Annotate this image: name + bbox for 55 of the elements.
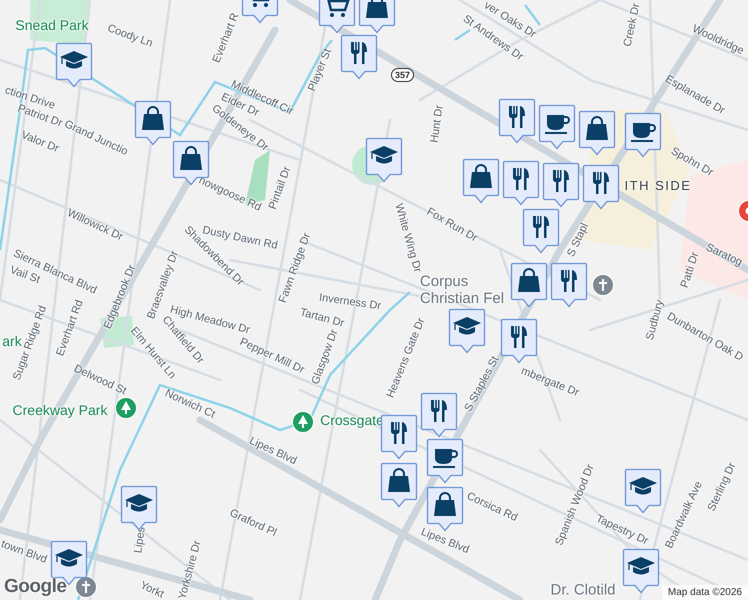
place-label: Dr. Clotild bbox=[550, 582, 616, 598]
cross-marker-icon[interactable] bbox=[592, 274, 614, 296]
graduation-cap-marker[interactable] bbox=[365, 137, 403, 183]
place-label: Corpus Christian Fel bbox=[420, 273, 504, 307]
street-label: Yorkt bbox=[138, 579, 166, 600]
shopping-bag-marker[interactable] bbox=[380, 462, 418, 508]
graduation-cap-marker[interactable] bbox=[448, 308, 486, 354]
street-label: Fox Run Dr bbox=[424, 206, 480, 244]
map-logo: Google bbox=[4, 576, 66, 598]
shopping-cart-marker[interactable] bbox=[318, 0, 356, 34]
cross-marker-icon[interactable] bbox=[75, 576, 97, 598]
park-label: Crossgate bbox=[320, 412, 384, 428]
fork-knife-marker[interactable] bbox=[500, 318, 538, 364]
fork-knife-marker[interactable] bbox=[502, 160, 540, 206]
street-label: Coody Ln bbox=[106, 22, 154, 50]
graduation-cap-marker[interactable] bbox=[624, 468, 662, 514]
fork-knife-marker[interactable] bbox=[542, 162, 580, 208]
fork-knife-marker[interactable] bbox=[522, 208, 560, 254]
fork-knife-marker[interactable] bbox=[550, 262, 588, 308]
street-label: Fawn Ridge Dr bbox=[276, 231, 314, 305]
fork-knife-marker[interactable] bbox=[340, 34, 378, 80]
street-label: Valor Dr bbox=[19, 129, 61, 155]
street-label: town Blvd bbox=[0, 538, 48, 566]
street-label: Pintail Dr bbox=[266, 164, 294, 212]
park-label: Snead Park bbox=[15, 17, 89, 33]
shopping-bag-marker[interactable] bbox=[358, 0, 396, 34]
route-shield: 357 bbox=[391, 68, 414, 82]
fork-knife-marker[interactable] bbox=[498, 98, 536, 144]
fork-knife-marker[interactable] bbox=[420, 392, 458, 438]
street-label: White Wing Dr bbox=[392, 202, 424, 274]
graduation-cap-marker[interactable] bbox=[55, 42, 93, 88]
street-label: Lipes bbox=[132, 526, 148, 554]
shopping-bag-marker[interactable] bbox=[462, 158, 500, 204]
shopping-bag-marker[interactable] bbox=[578, 110, 616, 156]
street-label: Hunt Dr bbox=[428, 104, 446, 144]
map-attribution: Map data ©2026 bbox=[662, 585, 748, 600]
fork-knife-marker[interactable] bbox=[380, 414, 418, 460]
coffee-cup-marker[interactable] bbox=[538, 104, 576, 150]
coffee-cup-marker[interactable] bbox=[426, 438, 464, 484]
street-label: Yorkshire Dr bbox=[176, 539, 204, 600]
shopping-bag-marker[interactable] bbox=[510, 262, 548, 308]
district-label: ITH SIDE bbox=[624, 180, 692, 192]
street-label: S Stapl bbox=[565, 221, 591, 259]
shopping-bag-marker[interactable] bbox=[134, 100, 172, 146]
tree-marker-icon[interactable] bbox=[292, 411, 314, 433]
graduation-cap-marker[interactable] bbox=[622, 548, 660, 594]
tree-marker-icon[interactable] bbox=[115, 397, 137, 419]
street-label: Patti Dr bbox=[678, 250, 702, 290]
street-label: Sudbury bbox=[644, 298, 666, 342]
park-label: ark bbox=[2, 333, 22, 349]
street-label: Lipes Blvd bbox=[419, 526, 471, 556]
park-label: Creekway Park bbox=[12, 402, 108, 418]
street-label: Creek Dr bbox=[622, 2, 642, 48]
street-label: Player St bbox=[306, 47, 334, 93]
street-label: Lipes Blvd bbox=[247, 434, 299, 468]
